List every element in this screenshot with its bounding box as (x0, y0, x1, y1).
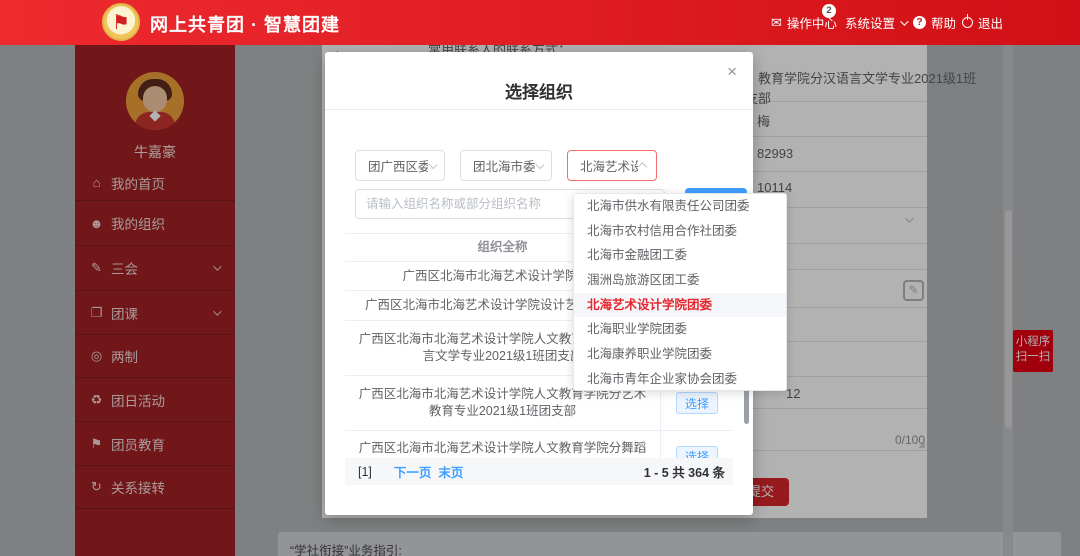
pagination: [1] 下一页 末页 1 - 5 共 364 条 (345, 458, 733, 485)
org-name-cell: 广西区北海市北海艺术设计学院人文教育学院分舞蹈表演专业2021级1班团支部 (345, 431, 660, 458)
menu-logout[interactable]: 退出 (962, 0, 1003, 45)
app-title: 网上共青团 · 智慧团建 (150, 11, 340, 37)
chevron-down-icon (535, 159, 544, 168)
menu-system-settings[interactable]: 系统设置 (845, 0, 906, 45)
dropdown-option[interactable]: 北海市金融团工委 (574, 243, 786, 268)
filter-province-select[interactable]: 团广西区委 (355, 150, 445, 181)
chevron-down-icon (900, 17, 908, 25)
select-row-button[interactable]: 选择 (676, 392, 718, 414)
modal-divider (325, 109, 753, 110)
table-row: 广西区北海市北海艺术设计学院人文教育学院分舞蹈表演专业2021级1班团支部 选择 (345, 431, 733, 458)
power-icon (962, 17, 973, 28)
filter-label: 北海艺术设计 (580, 156, 638, 175)
menu-help[interactable]: ? 帮助 (913, 0, 956, 45)
dropdown-option[interactable]: 北海职业学院团委 (574, 317, 786, 342)
pagination-summary: 1 - 5 共 364 条 (644, 462, 725, 481)
dropdown-option[interactable]: 北海市青年企业家协会团委 (574, 367, 786, 392)
menu-label: 退出 (978, 13, 1003, 32)
select-row-button[interactable]: 选择 (676, 446, 718, 459)
pagination-current-page: [1] (358, 465, 372, 479)
mail-icon: ✉ (771, 15, 782, 31)
menu-label: 系统设置 (845, 13, 895, 32)
chevron-up-icon (638, 162, 647, 171)
menu-label: 帮助 (931, 13, 956, 32)
dropdown-option[interactable]: 北海市供水有限责任公司团委 (574, 194, 786, 219)
organization-dropdown-panel: 北海市供水有限责任公司团委 北海市农村信用合作社团委 北海市金融团工委 涠洲岛旅… (573, 193, 787, 391)
dropdown-option[interactable]: 北海康养职业学院团委 (574, 342, 786, 367)
league-emblem-logo: ⚑ (102, 3, 140, 41)
top-header: ⚑ 网上共青团 · 智慧团建 ✉ 操作中心 2 系统设置 ? 帮助 退出 (0, 0, 1080, 45)
filter-label: 团北海市委 (473, 156, 535, 175)
chevron-down-icon (428, 159, 437, 168)
modal-title: 选择组织 (325, 78, 753, 103)
dropdown-option-selected[interactable]: 北海艺术设计学院团委 (574, 293, 786, 318)
app-root: * 常用联系人的联系方式： 教育学院分汉语言文学专业2021级1班 团支部 梅 … (0, 0, 1080, 556)
filter-city-select[interactable]: 团北海市委 (460, 150, 552, 181)
dropdown-option[interactable]: 涠洲岛旅游区团工委 (574, 268, 786, 293)
pagination-next-link[interactable]: 下一页 (394, 462, 432, 481)
filter-label: 团广西区委 (368, 156, 428, 175)
pagination-last-link[interactable]: 末页 (438, 462, 463, 481)
flag-icon: ⚑ (112, 10, 130, 35)
help-icon: ? (913, 16, 926, 29)
notification-badge: 2 (822, 4, 836, 18)
dropdown-option[interactable]: 北海市农村信用合作社团委 (574, 219, 786, 244)
filter-organization-select[interactable]: 北海艺术设计 (567, 150, 657, 181)
